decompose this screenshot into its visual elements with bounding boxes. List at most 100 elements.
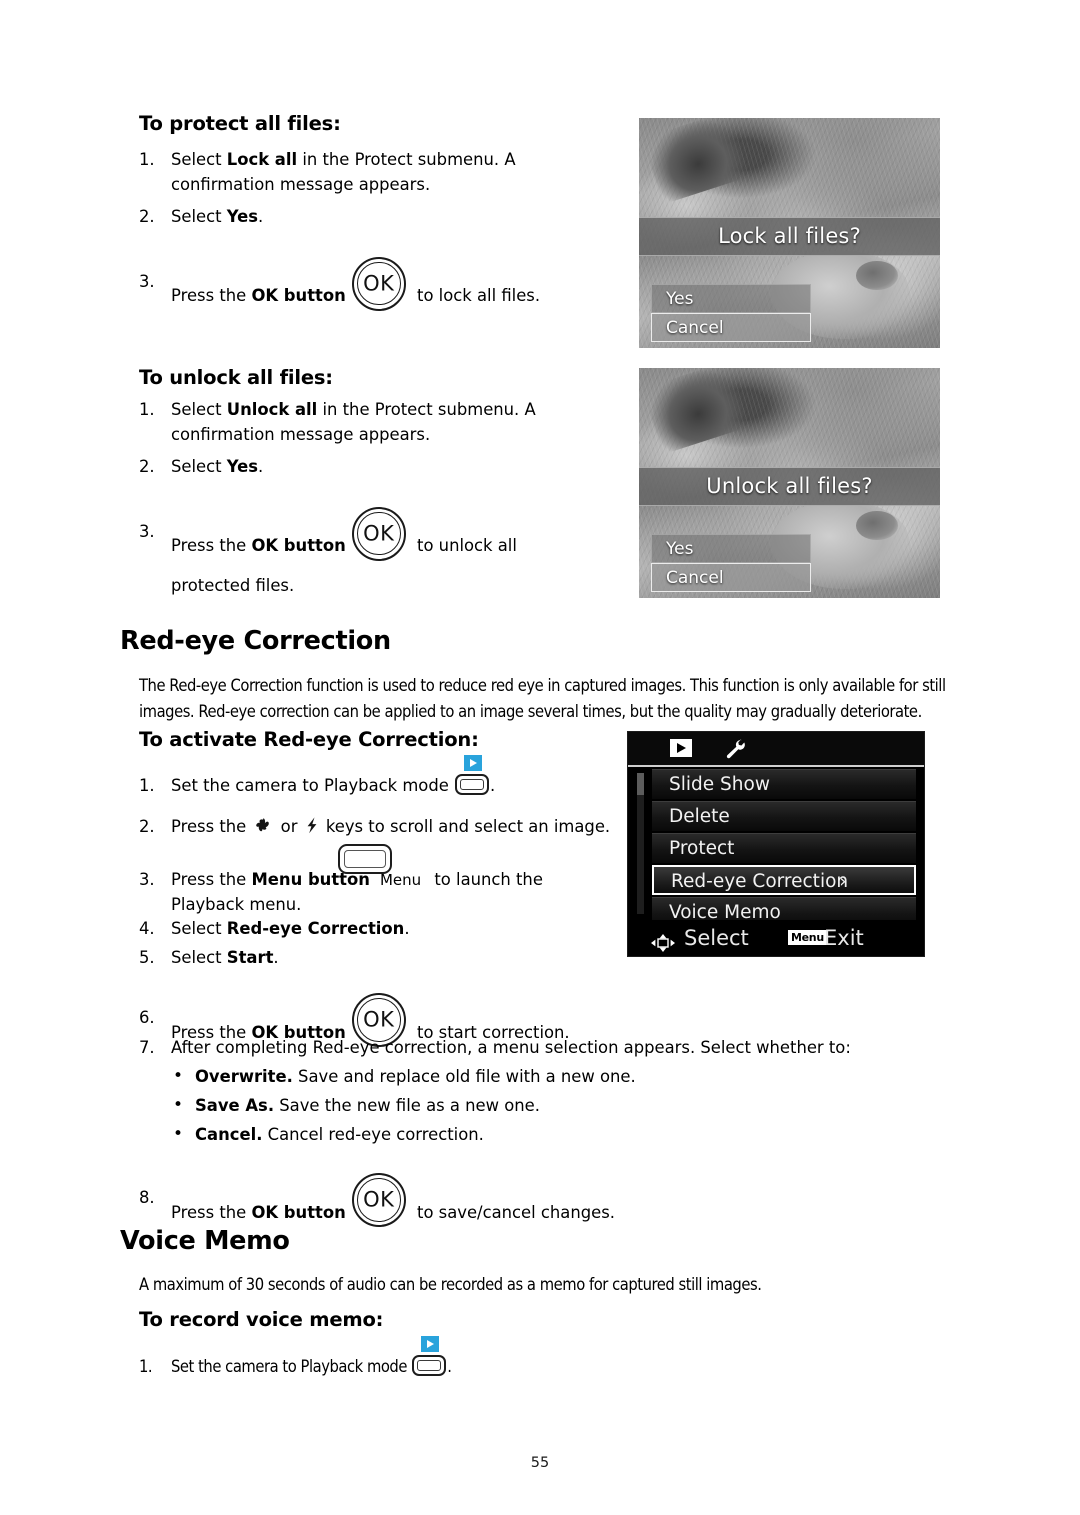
menu-item-label: Protect — [669, 838, 735, 859]
step-number: 2. — [139, 457, 155, 476]
menu-key-badge: Menu — [788, 930, 827, 945]
ok-button-icon: OK — [351, 256, 406, 311]
step-number: 7. — [139, 1038, 155, 1057]
list-item: 1. Set the camera to Playback mode . — [139, 755, 611, 799]
step-number: 1. — [139, 150, 155, 169]
record-voice-memo-subheading: To record voice memo: — [139, 1308, 384, 1331]
menu-item-slide-show[interactable]: Slide Show — [652, 769, 916, 799]
menu-footer-bar: Select Menu Exit — [628, 920, 924, 956]
list-item: 2. Select Yes. — [139, 205, 589, 230]
list-item: • Cancel. Cancel red-eye correction. — [139, 1123, 795, 1148]
bullet-text: Overwrite. Save and replace old file wit… — [195, 1067, 636, 1086]
menu-item-list: Slide Show Delete Protect Red-eye Correc… — [628, 767, 924, 927]
dialog-option-yes[interactable]: Yes — [651, 534, 811, 563]
voice-memo-heading: Voice Memo — [120, 1226, 290, 1256]
dialog-title: Lock all files? — [639, 217, 940, 256]
list-item: • Save As. Save the new file as a new on… — [139, 1094, 795, 1119]
step-number: 5. — [139, 948, 155, 967]
setup-wrench-tab-icon[interactable] — [724, 739, 748, 764]
ok-button-icon: OK — [351, 506, 406, 561]
step-number: 3. — [139, 271, 155, 291]
playback-tab-icon[interactable] — [670, 739, 692, 757]
activate-red-eye-subheading: To activate Red-eye Correction: — [139, 728, 479, 751]
step-text: Press the or keys to scroll and select a… — [171, 817, 610, 836]
screenshot-playback-menu: Slide Show Delete Protect Red-eye Correc… — [627, 731, 925, 957]
list-item: 3. Press the Menu button Menu to launch t… — [139, 868, 601, 917]
bullet-text: Save As. Save the new file as a new one. — [195, 1096, 540, 1115]
dialog-title: Unlock all files? — [639, 467, 940, 506]
macro-tulip-icon — [253, 815, 273, 843]
step-number: 4. — [139, 919, 155, 938]
step-text: Set the camera to Playback mode . — [171, 755, 495, 795]
step-text: Select Yes. — [171, 207, 264, 226]
menu-footer-select-label: Select — [684, 926, 749, 950]
ok-button-icon-label: OK — [363, 520, 395, 545]
dialog-options: Yes Cancel — [651, 284, 811, 342]
menu-item-label: Delete — [669, 806, 730, 827]
bullet-dot: • — [173, 1095, 184, 1115]
step-text: Set the camera to Playback mode . — [171, 1336, 452, 1376]
list-item: 2. Select Yes. — [139, 455, 599, 480]
voice-memo-intro-text: A maximum of 30 seconds of audio can be … — [139, 1275, 762, 1294]
step-number: 3. — [139, 870, 155, 889]
play-badge-icon — [421, 1336, 440, 1352]
menu-scrollbar[interactable] — [637, 773, 644, 914]
four-way-nav-icon — [650, 928, 676, 964]
menu-item-protect[interactable]: Protect — [652, 833, 916, 863]
menu-button-icon-label: Menu — [379, 871, 422, 889]
dialog-options: Yes Cancel — [651, 534, 811, 592]
step-number: 1. — [139, 776, 155, 795]
step-text: Press the Menu button Menu to launch the … — [171, 870, 543, 914]
list-item: 4. Select Red-eye Correction. — [139, 917, 611, 942]
list-item: 2. Press the or keys to scroll and selec… — [139, 815, 631, 843]
manual-page: To protect all files: 1. Select Lock all… — [0, 0, 1080, 1515]
menu-footer-exit-label: Exit — [824, 926, 864, 950]
list-item: 1. Set the camera to Playback mode . — [139, 1336, 611, 1380]
list-item: 3. Press the OK button OK to lock all fil… — [139, 256, 589, 324]
protect-all-files-heading: To protect all files: — [139, 112, 341, 135]
list-item: 5. Select Start. — [139, 946, 611, 971]
step-text: Select Lock all in the Protect submenu. … — [171, 150, 516, 194]
step-number: 2. — [139, 817, 155, 836]
step-number: 1. — [139, 1357, 153, 1376]
step-text: Select Unlock all in the Protect submenu… — [171, 400, 536, 444]
step-number: 1. — [139, 400, 155, 419]
menu-item-red-eye-correction[interactable]: Red-eye Correction › — [652, 865, 916, 895]
play-badge-icon — [464, 755, 483, 771]
protect-steps-list: 1. Select Lock all in the Protect submen… — [139, 148, 589, 324]
step-text: Select Red-eye Correction. — [171, 919, 410, 938]
step-text: After completing Red-eye correction, a m… — [171, 1038, 851, 1057]
menu-tab-bar — [628, 732, 924, 767]
menu-item-label: Slide Show — [669, 774, 770, 795]
flash-bolt-icon — [305, 815, 319, 843]
list-item: 7. After completing Red-eye correction, … — [139, 1036, 1011, 1061]
screenshot-unlock-all-files: Unlock all files? Yes Cancel — [639, 368, 940, 598]
menu-item-label: Red-eye Correction — [671, 871, 849, 892]
step-number: 8. — [139, 1188, 155, 1207]
ok-button-icon-label: OK — [363, 1187, 395, 1212]
screenshot-lock-all-files: Lock all files? Yes Cancel — [639, 118, 940, 348]
playback-mode-icon — [412, 1336, 447, 1376]
list-item: 1. Select Lock all in the Protect submen… — [139, 148, 589, 197]
menu-item-delete[interactable]: Delete — [652, 801, 916, 831]
bullet-dot: • — [173, 1124, 184, 1144]
step-number: 6. — [139, 1008, 155, 1027]
list-item: • Overwrite. Save and replace old file w… — [139, 1065, 795, 1090]
ok-button-icon-label: OK — [363, 270, 395, 295]
step-text: Press the OK button OK to lock all files. — [171, 256, 540, 311]
step-text: Select Start. — [171, 948, 279, 967]
ok-button-icon-label: OK — [363, 1007, 395, 1032]
step-number: 2. — [139, 207, 155, 226]
step-text: Press the OK button OK to save/cancel cha… — [171, 1173, 615, 1227]
unlock-steps-list: 1. Select Unlock all in the Protect subm… — [139, 398, 599, 598]
dialog-option-cancel[interactable]: Cancel — [651, 313, 811, 342]
bullet-dot: • — [173, 1066, 184, 1086]
bullet-text: Cancel. Cancel red-eye correction. — [195, 1125, 484, 1144]
list-item: 3. Press the OK button OK to unlock all p… — [139, 506, 599, 599]
dialog-option-yes[interactable]: Yes — [651, 284, 811, 313]
playback-mode-icon — [455, 755, 490, 795]
page-number: 55 — [530, 1455, 550, 1471]
dialog-option-cancel[interactable]: Cancel — [651, 563, 811, 592]
step-text: Press the OK button OK to unlock all prot… — [171, 506, 517, 595]
red-eye-intro-text: The Red-eye Correction function is used … — [139, 676, 946, 721]
